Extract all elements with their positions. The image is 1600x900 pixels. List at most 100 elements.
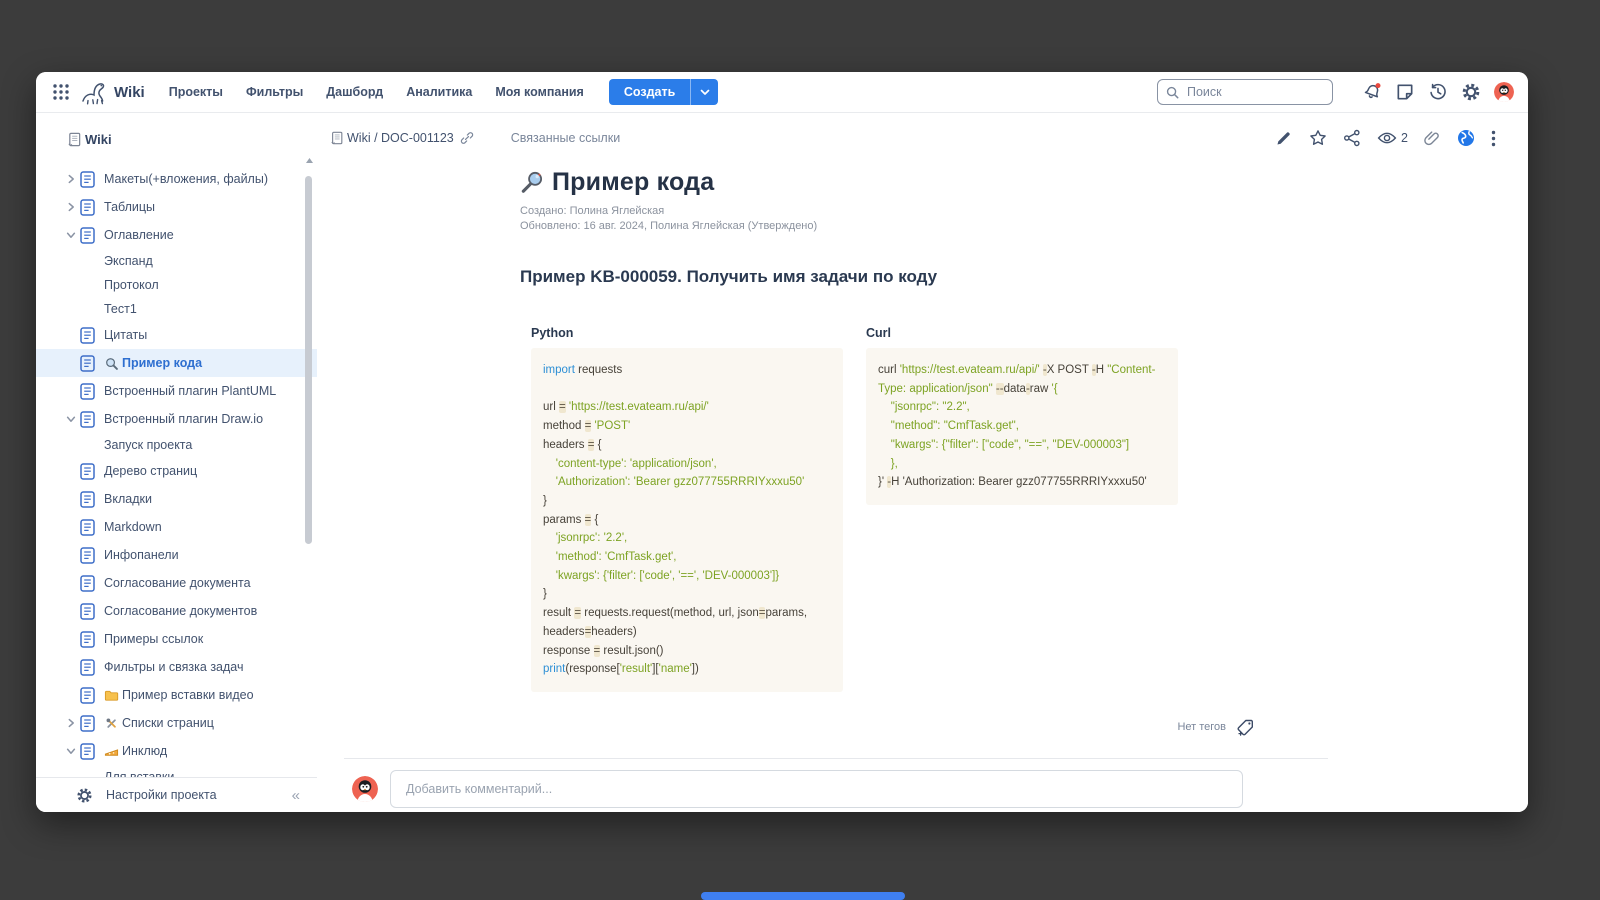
- chevron-down-icon[interactable]: [64, 746, 78, 756]
- sidebar-item-label: Согласование документов: [104, 604, 257, 618]
- sidebar-item[interactable]: Фильтры и связка задач: [36, 653, 317, 681]
- create-button-label[interactable]: Создать: [609, 79, 690, 105]
- code-block[interactable]: curl 'https://test.evateam.ru/api/' -X P…: [866, 348, 1178, 505]
- sidebar-footer: Настройки проекта «: [36, 777, 317, 812]
- document-icon: [80, 327, 95, 344]
- code-line: "jsonrpc": "2.2",: [878, 398, 1166, 417]
- notes-icon[interactable]: [1395, 82, 1415, 102]
- sidebar-header[interactable]: Wiki: [67, 132, 317, 147]
- chevron-right-icon[interactable]: [64, 202, 78, 212]
- comment-input[interactable]: [390, 770, 1243, 808]
- project-settings-gear-icon[interactable]: [76, 787, 93, 804]
- add-tag-icon[interactable]: [1235, 718, 1255, 736]
- search-input[interactable]: [1185, 84, 1324, 100]
- share-icon[interactable]: [1343, 129, 1362, 148]
- eye-icon: [1377, 131, 1397, 145]
- sidebar-item-label: Оглавление: [104, 228, 174, 242]
- document-book-icon: [330, 131, 344, 145]
- nav-item-analytics[interactable]: Аналитика: [406, 85, 472, 99]
- code-line: },: [878, 455, 1166, 474]
- sidebar-item[interactable]: Дерево страниц: [36, 457, 317, 485]
- sidebar-item[interactable]: Макеты(+вложения, файлы): [36, 165, 317, 193]
- notifications-bell-icon[interactable]: [1362, 82, 1382, 102]
- code-block-language-label: Curl: [866, 326, 1178, 340]
- code-block-language-label: Python: [531, 326, 843, 340]
- chevron-right-icon[interactable]: [64, 174, 78, 184]
- magnifier-icon: [104, 356, 119, 371]
- taskbar-indicator: [701, 892, 905, 900]
- scrollbar-thumb[interactable]: [305, 176, 312, 544]
- code-line: }: [543, 585, 831, 604]
- document-icon: [80, 659, 95, 676]
- nav-item-projects[interactable]: Проекты: [169, 85, 223, 99]
- sidebar-item[interactable]: Встроенный плагин PlantUML: [36, 377, 317, 405]
- code-line: 'Authorization': 'Bearer gzz077755RRRIYx…: [543, 473, 831, 492]
- attachment-paperclip-icon[interactable]: [1423, 129, 1442, 148]
- collapse-sidebar-button[interactable]: «: [292, 787, 299, 804]
- sidebar-item-label: Согласование документа: [104, 576, 251, 590]
- code-line: 'method': 'CmfTask.get',: [543, 548, 831, 567]
- sidebar-item[interactable]: Инклюд: [36, 737, 317, 765]
- nav-item-dashboard[interactable]: Дашборд: [326, 85, 383, 99]
- sidebar-item[interactable]: Markdown: [36, 513, 317, 541]
- settings-gear-icon[interactable]: [1461, 82, 1481, 102]
- breadcrumb[interactable]: Wiki / DOC-001123: [330, 131, 474, 145]
- code-line: "method": "CmfTask.get",: [878, 417, 1166, 436]
- sidebar-item[interactable]: Для вставки: [36, 765, 317, 777]
- create-button[interactable]: Создать: [609, 79, 718, 105]
- user-avatar[interactable]: [1494, 82, 1514, 102]
- create-dropdown-button[interactable]: [691, 79, 718, 105]
- history-icon[interactable]: [1428, 82, 1448, 102]
- code-line: print(response['result']['name']): [543, 660, 831, 679]
- sidebar-scrollbar[interactable]: [304, 166, 314, 774]
- current-user-avatar: [352, 776, 378, 802]
- more-options-kebab-icon[interactable]: [1491, 129, 1510, 148]
- watchers-counter[interactable]: 2: [1377, 131, 1408, 145]
- brand-title: Wiki: [114, 84, 145, 101]
- copy-link-icon[interactable]: [460, 131, 474, 145]
- chevron-right-icon[interactable]: [64, 718, 78, 728]
- nav-item-my-company[interactable]: Моя компания: [495, 85, 584, 99]
- scroll-up-arrow-icon[interactable]: [305, 156, 313, 164]
- document-icon: [80, 411, 95, 428]
- related-links-tab[interactable]: Связанные ссылки: [511, 131, 620, 145]
- code-line: [543, 380, 831, 399]
- sidebar-item-label: Списки страниц: [122, 716, 214, 730]
- chevron-down-icon[interactable]: [64, 230, 78, 240]
- code-line: url = 'https://test.evateam.ru/api/': [543, 398, 831, 417]
- sidebar-item[interactable]: Тест1: [36, 297, 317, 321]
- sidebar-item[interactable]: Пример кода: [36, 349, 317, 377]
- penguin-avatar-icon: [352, 776, 378, 802]
- search-box[interactable]: [1157, 79, 1333, 105]
- sidebar-item[interactable]: Таблицы: [36, 193, 317, 221]
- code-block[interactable]: import requestsurl = 'https://test.evate…: [531, 348, 843, 692]
- sidebar-item[interactable]: Примеры ссылок: [36, 625, 317, 653]
- app-grid-icon[interactable]: [52, 83, 70, 101]
- sidebar-item-label: Инклюд: [122, 744, 167, 758]
- sidebar-item[interactable]: Оглавление: [36, 221, 317, 249]
- project-settings-label[interactable]: Настройки проекта: [106, 788, 217, 802]
- favorite-star-icon[interactable]: [1309, 129, 1328, 148]
- sidebar-item[interactable]: Согласование документов: [36, 597, 317, 625]
- sidebar-item[interactable]: Встроенный плагин Draw.io: [36, 405, 317, 433]
- sidebar-item[interactable]: Экспанд: [36, 249, 317, 273]
- sidebar-tree: Макеты(+вложения, файлы)Таблицы Оглавлени…: [36, 165, 317, 777]
- code-line: }: [543, 492, 831, 511]
- sidebar-item[interactable]: Протокол: [36, 273, 317, 297]
- edit-pencil-icon[interactable]: [1275, 129, 1294, 148]
- sidebar-item[interactable]: Запуск проекта: [36, 433, 317, 457]
- penguin-avatar-icon: [1494, 82, 1514, 102]
- chevron-down-icon[interactable]: [64, 414, 78, 424]
- sidebar-item[interactable]: Цитаты: [36, 321, 317, 349]
- sidebar-item[interactable]: Пример вставки видео: [36, 681, 317, 709]
- sidebar-item[interactable]: Согласование документа: [36, 569, 317, 597]
- sidebar-item[interactable]: Инфопанели: [36, 541, 317, 569]
- sidebar-item[interactable]: Списки страниц: [36, 709, 317, 737]
- public-globe-icon[interactable]: [1457, 129, 1476, 148]
- sidebar-item[interactable]: Вкладки: [36, 485, 317, 513]
- nav-item-filters[interactable]: Фильтры: [246, 85, 303, 99]
- sidebar-item-label: Протокол: [104, 278, 159, 292]
- tags-row: Нет тегов: [317, 718, 1255, 736]
- created-line: Создано: Полина Яглейская: [520, 204, 1200, 219]
- magnifier-title-icon: [520, 170, 545, 195]
